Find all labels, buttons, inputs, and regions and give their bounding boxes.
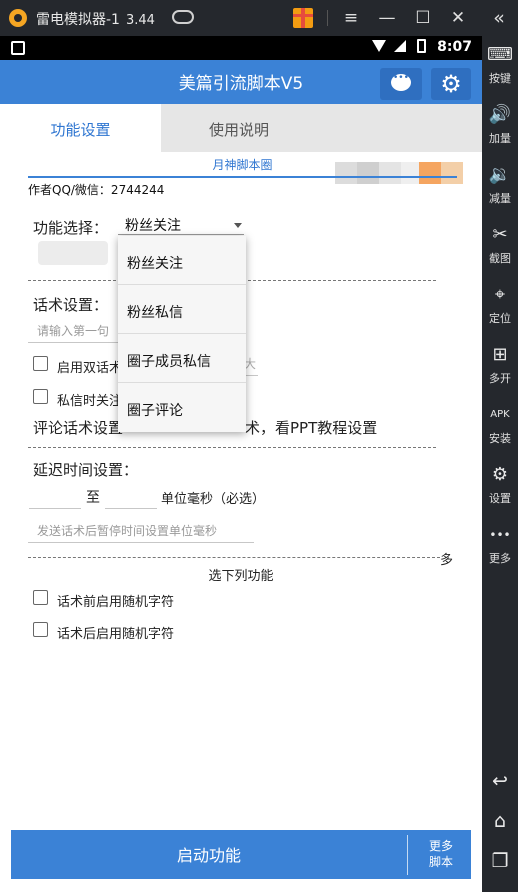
random-before-checkbox[interactable] <box>33 590 48 605</box>
delay-to-label: 至 <box>86 490 100 506</box>
bottom-action-bar: 启动功能 更多 脚本 <box>11 830 471 879</box>
pause-time-input[interactable]: 发送话术后暂停时间设置单位毫秒 <box>28 517 254 543</box>
author-contact: 作者QQ/微信：2744244 <box>28 183 165 197</box>
sidebar-item-keys[interactable]: ⌨ 按键 <box>482 44 518 86</box>
divider <box>28 447 436 448</box>
delay-settings-label: 延迟时间设置： <box>33 461 139 479</box>
more-dots-icon: ••• <box>489 528 511 542</box>
apk-install-icon: APK <box>490 409 510 420</box>
sidebar-item-settings[interactable]: ⚙ 设置 <box>482 464 518 506</box>
more-scripts-button[interactable]: 更多 脚本 <box>419 838 463 870</box>
location-icon: ⌖ <box>494 284 506 305</box>
subtitle-underline <box>28 176 457 178</box>
notification-square-icon <box>11 41 25 55</box>
app-toolbar: 美篇引流脚本V5 ⚙ <box>0 60 482 104</box>
function-select-dropdown[interactable]: 粉丝关注 <box>118 215 244 235</box>
back-icon[interactable]: ↩ <box>482 770 518 792</box>
random-after-label: 话术后启用随机字符 <box>57 627 175 642</box>
android-statusbar: 8:07 <box>0 36 482 60</box>
divider <box>407 835 408 875</box>
volume-down-icon: 🔉 <box>488 164 512 185</box>
sidebar-item-volume-down[interactable]: 🔉 减量 <box>482 164 518 206</box>
delay-min-input[interactable] <box>29 483 81 509</box>
speech-settings-label: 话术设置： <box>33 296 109 314</box>
dropdown-arrow-icon <box>234 223 242 228</box>
function-dropdown-menu: 粉丝关注 粉丝私信 圈子成员私信 圈子评论 <box>118 236 246 432</box>
wifi-icon <box>371 40 386 52</box>
dual-speech-label: 启用双话术 <box>57 361 123 376</box>
dropdown-option[interactable]: 粉丝关注 <box>118 236 246 285</box>
recent-apps-icon[interactable]: ❐ <box>482 850 518 872</box>
collapse-sidebar-icon[interactable]: « <box>486 6 512 30</box>
random-after-checkbox[interactable] <box>33 622 48 637</box>
divider <box>28 557 440 558</box>
dual-speech-checkbox[interactable] <box>33 356 48 371</box>
sidebar-item-install[interactable]: APK 安装 <box>482 404 518 446</box>
delay-max-input[interactable] <box>105 483 157 509</box>
sidebar-item-multi-open[interactable]: ⊞ 多开 <box>482 344 518 386</box>
emulator-titlebar: 雷电模拟器-1 3.44 ≡ — ☐ ✕ « <box>0 0 518 36</box>
settings-button[interactable]: ⚙ <box>431 68 471 100</box>
blurred-region <box>38 241 108 265</box>
tab-function-settings[interactable]: 功能设置 <box>0 104 161 152</box>
sidebar-item-location[interactable]: ⌖ 定位 <box>482 284 518 326</box>
emulator-title: 雷电模拟器-1 3.44 <box>36 12 155 28</box>
battery-icon <box>417 39 427 53</box>
close-icon[interactable]: ✕ <box>445 6 471 30</box>
start-button[interactable]: 启动功能 <box>11 830 407 879</box>
speech-input[interactable]: 请输入第一句 <box>28 318 118 343</box>
signal-icon <box>394 40 407 52</box>
volume-up-icon: 🔊 <box>488 104 512 125</box>
dual-speech-input[interactable]: 大 <box>244 354 258 376</box>
app-screen: 美篇引流脚本V5 ⚙ 功能设置 使用说明 月神脚本圈 作者QQ/微信：27442… <box>0 60 482 892</box>
comment-note-tail: 术，看PPT教程设置 <box>245 419 378 437</box>
titlebar-divider <box>327 10 328 26</box>
tab-instructions[interactable]: 使用说明 <box>161 104 482 152</box>
gear-icon: ⚙ <box>440 70 462 98</box>
multi-select-note: 选下列功能 <box>208 569 274 584</box>
multi-open-icon: ⊞ <box>492 344 508 365</box>
sidebar-item-more[interactable]: ••• 更多 <box>482 524 518 566</box>
private-follow-label: 私信时关注 <box>57 394 123 409</box>
dropdown-option[interactable]: 圈子成员私信 <box>118 334 246 383</box>
clock: 8:07 <box>437 39 472 55</box>
sidebar-item-volume-up[interactable]: 🔊 加量 <box>482 104 518 146</box>
function-select-label: 功能选择： <box>33 219 109 237</box>
keyboard-icon: ⌨ <box>487 44 513 65</box>
scissors-icon: ✂ <box>492 224 508 245</box>
dropdown-option[interactable]: 粉丝私信 <box>118 285 246 334</box>
gamepad-icon[interactable] <box>172 10 194 24</box>
random-before-label: 话术前启用随机字符 <box>57 595 175 610</box>
chat-bubble-icon <box>391 73 411 91</box>
delay-unit-label: 单位毫秒（必选） <box>161 492 266 507</box>
comment-note: 评论话术设置 <box>33 419 124 437</box>
subtitle: 月神脚本圈 <box>212 158 273 172</box>
leidian-logo-icon <box>9 9 27 27</box>
private-follow-checkbox[interactable] <box>33 389 48 404</box>
dropdown-option[interactable]: 圈子评论 <box>118 383 246 432</box>
settings-icon: ⚙ <box>491 464 509 485</box>
emulator-sidebar: ⌨ 按键 🔊 加量 🔉 减量 ✂ 截图 ⌖ 定位 ⊞ 多开 APK 安装 ⚙ 设… <box>482 36 518 892</box>
maximize-icon[interactable]: ☐ <box>410 6 436 30</box>
home-icon[interactable]: ⌂ <box>482 810 518 832</box>
menu-icon[interactable]: ≡ <box>338 6 364 30</box>
sidebar-item-screenshot[interactable]: ✂ 截图 <box>482 224 518 266</box>
gift-icon[interactable] <box>293 8 313 28</box>
minimize-icon[interactable]: — <box>374 6 400 30</box>
chat-button[interactable] <box>380 68 422 100</box>
tab-bar: 功能设置 使用说明 <box>0 104 482 184</box>
